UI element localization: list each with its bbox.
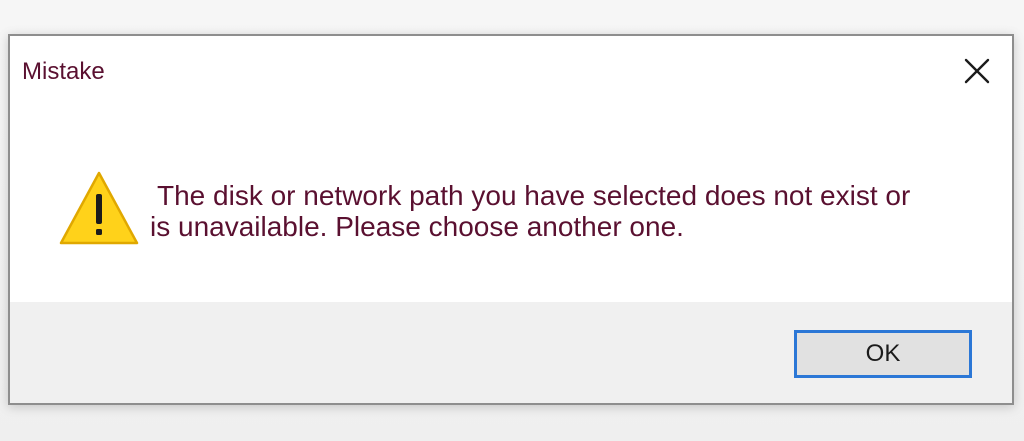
ok-button[interactable]: OK bbox=[794, 330, 972, 378]
message-line-1: The disk or network path you have select… bbox=[157, 180, 911, 211]
dialog-titlebar: Mistake bbox=[10, 36, 1012, 108]
dialog-title: Mistake bbox=[22, 58, 105, 85]
dialog-content: The disk or network path you have select… bbox=[10, 108, 1012, 302]
warning-icon bbox=[59, 171, 139, 245]
error-message: The disk or network path you have select… bbox=[150, 180, 970, 242]
dialog-button-bar: OK bbox=[10, 302, 1012, 403]
close-icon bbox=[964, 58, 990, 84]
screen-background: Mistake The disk or network path you hav… bbox=[0, 0, 1024, 441]
close-button[interactable] bbox=[960, 54, 994, 88]
error-dialog: Mistake The disk or network path you hav… bbox=[8, 34, 1014, 405]
message-line-2: is unavailable. Please choose another on… bbox=[150, 211, 684, 242]
